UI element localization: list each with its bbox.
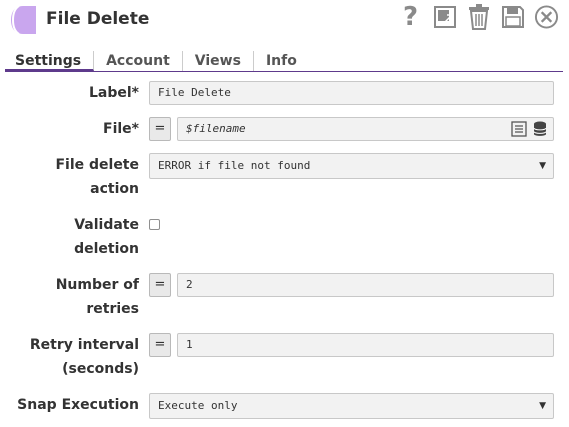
retries-expression-toggle[interactable]: = — [149, 273, 171, 297]
tab-bar: Settings Account Views Info — [5, 48, 563, 72]
file-field-label: File* — [103, 121, 139, 137]
tab-settings[interactable]: Settings — [5, 51, 95, 71]
chevron-down-icon: ▼ — [539, 401, 546, 411]
file-input-value: $filename — [186, 122, 246, 135]
label-input[interactable]: File Delete — [149, 81, 554, 105]
tab-account[interactable]: Account — [94, 51, 183, 71]
number-of-retries-label-line2: retries — [86, 301, 139, 317]
snap-execution-label: Snap Execution — [17, 397, 139, 413]
chevron-down-icon: ▼ — [539, 161, 546, 171]
snap-execution-value: Execute only — [158, 399, 238, 412]
validate-deletion-checkbox[interactable] — [149, 219, 160, 230]
file-delete-action-label-line1: File delete — [55, 157, 139, 173]
file-input-icons — [511, 121, 547, 137]
header-toolbar: ? — [398, 4, 559, 30]
tab-info[interactable]: Info — [254, 51, 309, 71]
file-delete-action-label-line2: action — [90, 181, 139, 197]
retry-interval-label-line1: Retry interval — [29, 337, 139, 353]
retry-interval-expression-toggle[interactable]: = — [149, 333, 171, 357]
snap-logo-icon — [11, 5, 36, 35]
file-delete-action-value: ERROR if file not found — [158, 159, 311, 172]
number-of-retries-input[interactable]: 2 — [177, 273, 554, 297]
help-icon[interactable]: ? — [398, 4, 423, 30]
dialog-title: File Delete — [46, 9, 150, 29]
tab-views[interactable]: Views — [183, 51, 254, 71]
label-field-label: Label* — [88, 85, 139, 101]
retry-interval-input[interactable]: 1 — [177, 333, 554, 357]
file-input[interactable]: $filename — [177, 117, 554, 141]
file-expression-toggle[interactable]: = — [149, 117, 171, 141]
suggest-list-icon[interactable] — [511, 121, 527, 137]
retry-interval-label-line2: (seconds) — [62, 361, 139, 377]
snap-execution-select[interactable]: Execute only ▼ — [149, 393, 554, 419]
delete-icon[interactable] — [466, 4, 491, 30]
close-icon[interactable] — [534, 4, 559, 30]
database-icon[interactable] — [533, 121, 547, 137]
number-of-retries-label-line1: Number of — [55, 277, 139, 293]
validate-deletion-label-line1: Validate — [74, 217, 139, 233]
file-delete-action-select[interactable]: ERROR if file not found ▼ — [149, 153, 554, 179]
validate-deletion-label-line2: deletion — [74, 241, 139, 257]
save-icon[interactable] — [500, 4, 525, 30]
dialog-header: File Delete ? — [0, 0, 569, 40]
export-icon[interactable] — [432, 4, 457, 30]
